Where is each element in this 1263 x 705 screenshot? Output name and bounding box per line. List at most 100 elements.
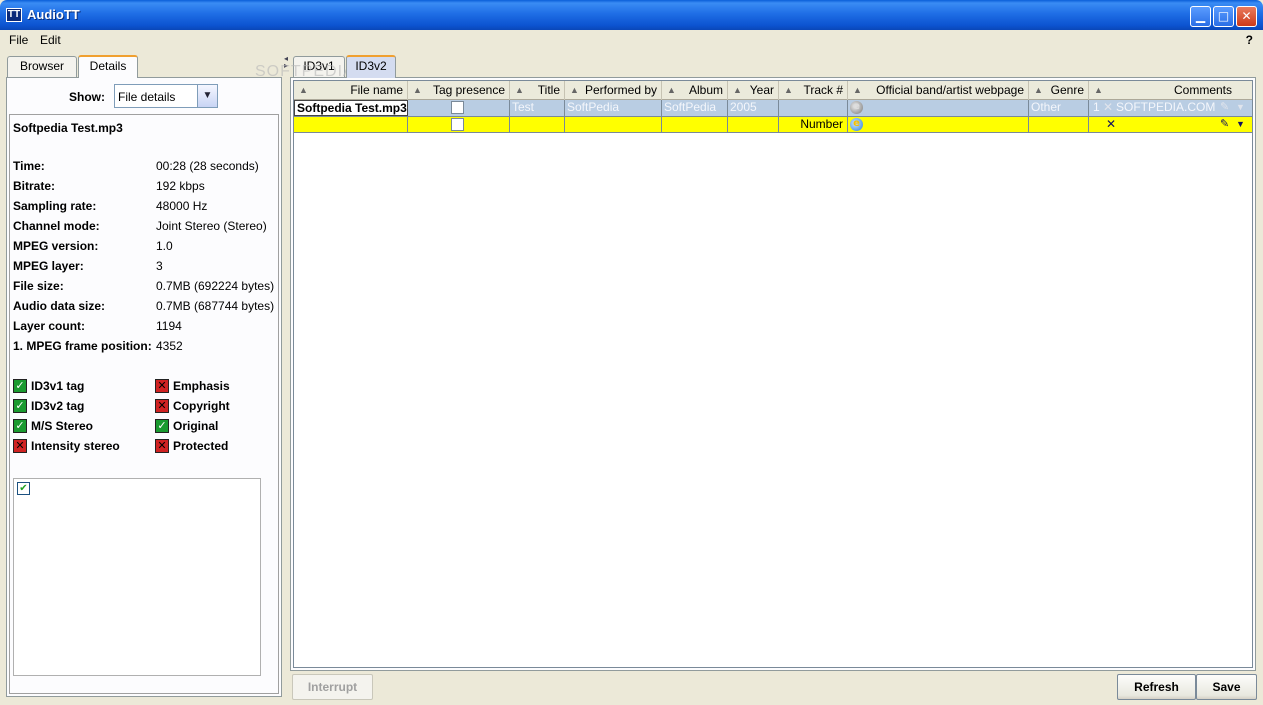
chevron-down-icon[interactable]: ▼: [1236, 117, 1245, 132]
check-icon: ✓: [13, 379, 27, 393]
flag-label: ID3v2 tag: [31, 399, 85, 413]
cell-tag-presence[interactable]: [408, 100, 510, 116]
cell-album[interactable]: SoftPedia: [662, 100, 728, 116]
prop-value-mpeg-version: 1.0: [156, 239, 173, 253]
left-panel: Browser Details Show: File details ▼ Sof…: [4, 53, 284, 701]
cell-title[interactable]: [510, 117, 565, 133]
column-header-title[interactable]: ▲ Title: [510, 81, 565, 100]
cross-icon: ✕: [155, 439, 169, 453]
prop-value-channel-mode: Joint Stereo (Stereo): [156, 219, 267, 233]
cell-tag-presence[interactable]: [408, 117, 510, 133]
prop-label-mpeg-version: MPEG version:: [13, 239, 99, 253]
cell-album[interactable]: [662, 117, 728, 133]
column-header-comments[interactable]: ▲ Comments: [1089, 81, 1252, 100]
checklist-area: ✔: [13, 478, 261, 676]
column-header-genre[interactable]: ▲ Genre: [1029, 81, 1089, 100]
tab-id3v2[interactable]: ID3v2: [346, 55, 396, 78]
table-row-edit[interactable]: Number e ✕ ✎ ▼: [294, 116, 1252, 133]
column-header-file-name[interactable]: ▲ File name: [294, 81, 408, 100]
column-header-tag-presence[interactable]: ▲ Tag presence: [408, 81, 510, 100]
flag-label: M/S Stereo: [31, 419, 94, 433]
tag-table[interactable]: ▲ File name ▲ Tag presence ▲ Title ▲ Perform…: [293, 80, 1253, 668]
cell-webpage[interactable]: e: [848, 117, 1029, 133]
prop-label-mpeg-layer: MPEG layer:: [13, 259, 84, 273]
prop-value-time: 00:28 (28 seconds): [156, 159, 259, 173]
prop-value-bitrate: 192 kbps: [156, 179, 205, 193]
prop-value-sampling-rate: 48000 Hz: [156, 199, 208, 213]
window-title: AudioTT: [27, 7, 80, 22]
tag-editor-panel: ▲ File name ▲ Tag presence ▲ Title ▲ Perform…: [290, 77, 1256, 671]
tag-presence-checkbox[interactable]: [451, 101, 464, 114]
minimize-icon: ▁: [1195, 9, 1206, 23]
cell-comments[interactable]: 1 ✕ SOFTPEDIA.COM ✎ ▼: [1089, 100, 1252, 116]
show-dropdown[interactable]: File details ▼: [114, 84, 218, 108]
sort-icon: ▲: [1034, 85, 1043, 95]
prop-label-frame-position: 1. MPEG frame position:: [13, 339, 152, 353]
cell-genre[interactable]: Other: [1029, 100, 1089, 116]
prop-label-bitrate: Bitrate:: [13, 179, 56, 193]
table-row[interactable]: Softpedia Test.mp3 Test SoftPedia SoftPe…: [294, 100, 1252, 116]
cross-icon: ✕: [155, 399, 169, 413]
sort-icon: ▲: [299, 85, 308, 95]
show-label: Show:: [69, 90, 105, 104]
edit-pencil-icon[interactable]: ✎: [1220, 100, 1229, 115]
edit-pencil-icon[interactable]: ✎: [1220, 117, 1229, 132]
cell-title[interactable]: Test: [510, 100, 565, 116]
prop-label-channel-mode: Channel mode:: [13, 219, 100, 233]
cell-performed-by[interactable]: [565, 117, 662, 133]
prop-label-time: Time:: [13, 159, 45, 173]
select-all-checkbox[interactable]: ✔: [17, 482, 30, 495]
cell-track[interactable]: Number: [779, 117, 848, 133]
browser-globe-icon[interactable]: e: [850, 101, 863, 114]
details-panel: Show: File details ▼ Softpedia Test.mp3 …: [6, 77, 282, 697]
delete-icon[interactable]: ✕: [1103, 100, 1113, 115]
cell-performed-by[interactable]: SoftPedia: [565, 100, 662, 116]
cell-year[interactable]: 2005: [728, 100, 779, 116]
check-icon: ✓: [13, 399, 27, 413]
cell-file-name[interactable]: Softpedia Test.mp3: [294, 100, 408, 116]
cell-comments[interactable]: ✕ ✎ ▼: [1089, 117, 1252, 133]
minimize-button[interactable]: ▁: [1190, 6, 1211, 27]
column-header-album[interactable]: ▲ Album: [662, 81, 728, 100]
cell-track[interactable]: [779, 100, 848, 116]
save-button[interactable]: Save: [1196, 674, 1257, 700]
cell-webpage[interactable]: e: [848, 100, 1029, 116]
column-header-performed-by[interactable]: ▲ Performed by: [565, 81, 662, 100]
cell-file-name[interactable]: [294, 117, 408, 133]
prop-value-file-size: 0.7MB (692224 bytes): [156, 279, 275, 293]
prop-label-audio-data-size: Audio data size:: [13, 299, 106, 313]
track-number-text: Number: [800, 117, 843, 131]
prop-label-sampling-rate: Sampling rate:: [13, 199, 97, 213]
cross-icon: ✕: [155, 379, 169, 393]
prop-value-audio-data-size: 0.7MB (687744 bytes): [156, 299, 275, 313]
panel-splitter[interactable]: ◂ ▸: [284, 53, 289, 701]
prop-value-frame-position: 4352: [156, 339, 183, 353]
chevron-down-icon[interactable]: ▼: [1236, 100, 1245, 115]
chevron-down-icon[interactable]: ▼: [197, 85, 217, 107]
refresh-button[interactable]: Refresh: [1117, 674, 1196, 700]
sort-icon: ▲: [667, 85, 676, 95]
maximize-button[interactable]: □: [1213, 6, 1234, 27]
tag-presence-checkbox[interactable]: [451, 118, 464, 131]
column-header-webpage[interactable]: ▲ Official band/artist webpage: [848, 81, 1029, 100]
menu-help[interactable]: ?: [1246, 33, 1253, 47]
check-icon: ✓: [155, 419, 169, 433]
prop-value-mpeg-layer: 3: [156, 259, 163, 273]
delete-icon[interactable]: ✕: [1106, 117, 1116, 132]
cell-genre[interactable]: [1029, 117, 1089, 133]
tab-details[interactable]: Details: [78, 55, 138, 78]
column-header-year[interactable]: ▲ Year: [728, 81, 779, 100]
close-button[interactable]: ✕: [1236, 6, 1257, 27]
menu-edit[interactable]: Edit: [40, 33, 61, 47]
interrupt-button[interactable]: Interrupt: [292, 674, 373, 700]
menu-bar: File Edit ?: [0, 30, 1263, 51]
sort-icon: ▲: [784, 85, 793, 95]
cross-icon: ✕: [13, 439, 27, 453]
flag-label: Intensity stereo: [31, 439, 120, 453]
menu-file[interactable]: File: [9, 33, 28, 47]
tab-browser[interactable]: Browser: [7, 56, 77, 77]
prop-value-layer-count: 1194: [156, 319, 182, 333]
cell-year[interactable]: [728, 117, 779, 133]
browser-globe-icon[interactable]: e: [850, 118, 863, 131]
column-header-track[interactable]: ▲ Track #: [779, 81, 848, 100]
